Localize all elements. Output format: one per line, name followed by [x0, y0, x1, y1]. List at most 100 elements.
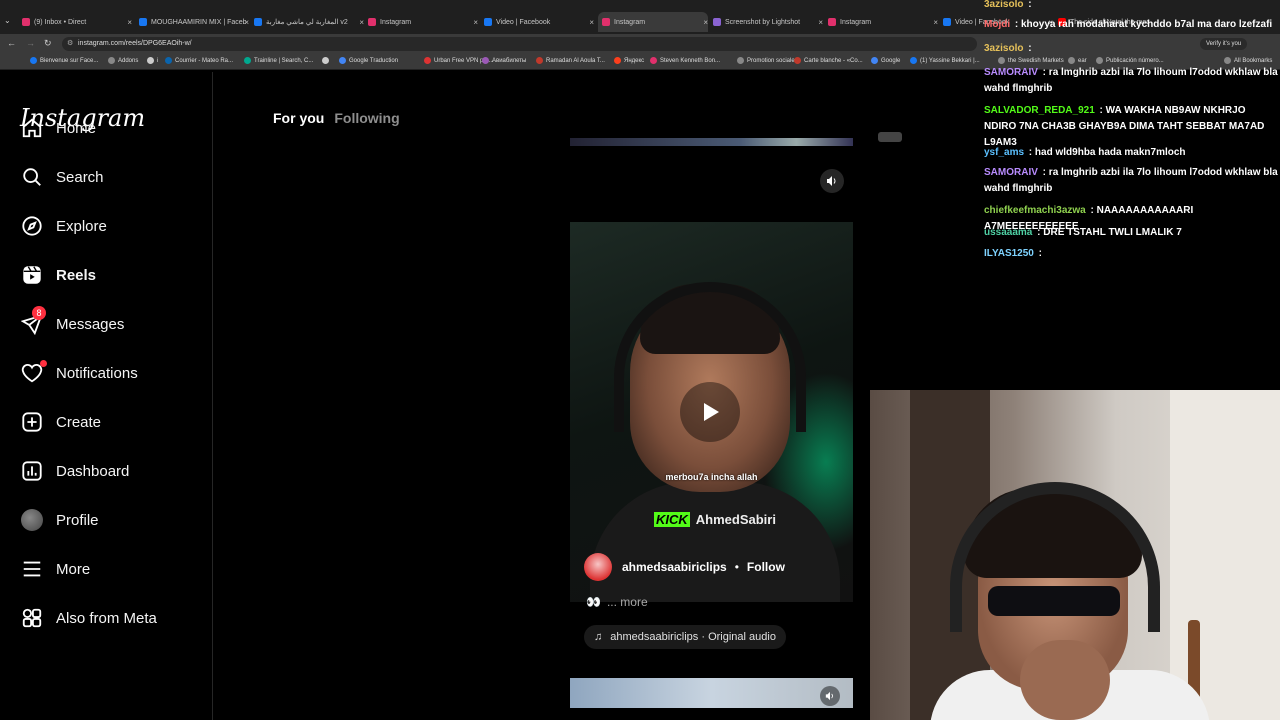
sidebar-item-messages[interactable]: 8 Messages: [20, 306, 125, 339]
notification-dot: [40, 360, 47, 367]
chat-username[interactable]: Mojdi: [984, 19, 1010, 30]
close-tab-icon[interactable]: ×: [933, 18, 938, 27]
chat-username[interactable]: ysf_ams: [984, 147, 1024, 158]
chat-username[interactable]: ILYAS1250: [984, 248, 1034, 259]
bookmark-item[interactable]: Ramadan Al Aoula T...: [536, 57, 605, 64]
owner-avatar[interactable]: [584, 553, 612, 581]
address-bar[interactable]: ⚙ instagram.com/reels/DPG6EAOih-w/: [62, 37, 977, 51]
sidebar-item-also-from-meta[interactable]: Also from Meta: [20, 603, 157, 633]
browser-tab[interactable]: المغاربة لي ماشي مغاربة v2 ×: [254, 14, 364, 30]
back-icon[interactable]: ←: [7, 38, 16, 48]
chat-colon: :: [1096, 105, 1106, 116]
next-audio-muted-button[interactable]: [820, 686, 840, 706]
sidebar-item-create[interactable]: Create: [20, 407, 101, 437]
home-icon: [20, 116, 44, 140]
bookmark-item[interactable]: Addons: [108, 57, 138, 64]
chat-username[interactable]: 3azisolo: [984, 0, 1023, 10]
sidebar-item-explore[interactable]: Explore: [20, 211, 107, 241]
bookmark-item[interactable]: Яндекс: [614, 57, 644, 64]
tab-title: MOUGHAAMIRIN MIX | Faceb: [151, 18, 247, 26]
tab-favicon: [254, 18, 262, 26]
bookmark-item[interactable]: Trainline | Search, C...: [244, 57, 313, 64]
bookmark-favicon: [30, 57, 37, 64]
chat-colon: :: [1087, 205, 1097, 216]
browser-tab[interactable]: (9) Inbox • Direct ×: [22, 14, 132, 30]
site-info-icon[interactable]: ⚙: [67, 37, 73, 51]
bookmark-item[interactable]: Promotion sociale: [737, 57, 795, 64]
audio-muted-button[interactable]: [820, 169, 844, 193]
meta-apps-icon: [20, 606, 44, 630]
sidebar-item-profile[interactable]: Profile: [20, 505, 99, 535]
sidebar-item-more[interactable]: More: [20, 554, 90, 584]
bookmark-favicon: [322, 57, 329, 64]
sidebar-item-label: Dashboard: [56, 462, 130, 480]
bookmark-item[interactable]: Carte blanche - «Co...: [794, 57, 863, 64]
reels-icon: [20, 263, 44, 287]
webcam-wall: [1170, 390, 1280, 720]
bookmark-item[interactable]: (1) Yassine Bekkari |...: [910, 57, 980, 64]
close-tab-icon[interactable]: ×: [589, 18, 594, 27]
browser-tab[interactable]: Video | Facebook ×: [484, 14, 594, 30]
bookmark-item[interactable]: i: [147, 57, 158, 64]
chat-message: SAMORAIV : ra lmghrib azbi ila 7lo lihou…: [984, 165, 1280, 197]
browser-tab[interactable]: Instagram ×: [828, 14, 938, 30]
bookmark-item[interactable]: Bienvenue sur Face...: [30, 57, 98, 64]
sidebar-item-notifications[interactable]: Notifications: [20, 358, 138, 388]
tab-title: (9) Inbox • Direct: [34, 18, 87, 26]
close-tab-icon[interactable]: ×: [127, 18, 132, 27]
forward-icon[interactable]: →: [26, 38, 35, 48]
bookmark-label: Promotion sociale: [747, 57, 795, 64]
close-tab-icon[interactable]: ×: [818, 18, 823, 27]
chat-username[interactable]: ussaaama: [984, 227, 1032, 238]
bookmark-item[interactable]: Google: [871, 57, 900, 64]
bookmark-label: Addons: [118, 57, 139, 64]
tab-following[interactable]: Following: [334, 110, 399, 126]
tab-title: Instagram: [840, 18, 872, 26]
play-button[interactable]: [680, 382, 740, 442]
browser-tab[interactable]: Instagram ×: [368, 14, 478, 30]
browser-tab[interactable]: Screenshot by Lightshot ×: [713, 14, 823, 30]
reload-icon[interactable]: ↻: [44, 38, 52, 49]
browser-tab[interactable]: Instagram ×: [598, 12, 708, 32]
bookmark-label: Steven Kenneth Bon...: [660, 57, 721, 64]
browser-tab[interactable]: MOUGHAAMIRIN MIX | Faceb ×: [139, 14, 249, 30]
close-tab-icon[interactable]: ×: [359, 18, 364, 27]
chat-username[interactable]: SALVADOR_REDA_921: [984, 105, 1095, 116]
reel-video[interactable]: merbou7a incha allah KICK AhmedSabiri: [570, 222, 853, 602]
side-thumbnail[interactable]: [878, 132, 902, 142]
bookmark-favicon: [650, 57, 657, 64]
chat-colon: :: [1026, 147, 1035, 158]
original-audio-link[interactable]: ♫ ahmedsaabiriclips · Original audio: [584, 625, 786, 649]
sidebar-item-label: Messages: [56, 315, 125, 333]
chat-username[interactable]: 3azisolo: [984, 43, 1023, 54]
close-tab-icon[interactable]: ×: [473, 18, 478, 27]
sidebar-item-home[interactable]: Home: [20, 113, 96, 143]
tab-for-you[interactable]: For you: [273, 110, 324, 126]
heart-icon: [20, 360, 47, 385]
close-tab-icon[interactable]: ×: [244, 18, 249, 27]
previous-reel-video[interactable]: [570, 138, 853, 146]
tab-favicon: [602, 18, 610, 26]
chat-username[interactable]: SAMORAIV: [984, 167, 1038, 178]
bookmark-item[interactable]: Google Traduction: [339, 57, 398, 64]
bookmark-item[interactable]: Courrier - Mateo Ra...: [165, 57, 233, 64]
bookmark-item[interactable]: [322, 57, 332, 64]
chat-username[interactable]: chiefkeefmachi3azwa: [984, 205, 1086, 216]
tab-search-icon[interactable]: ⌄: [4, 16, 16, 28]
messages-badge: 8: [32, 306, 46, 320]
sidebar-item-search[interactable]: Search: [20, 162, 104, 192]
bookmark-item[interactable]: Steven Kenneth Bon...: [650, 57, 720, 64]
tab-favicon: [943, 18, 951, 26]
owner-username[interactable]: ahmedsaabiriclips: [622, 560, 727, 574]
tab-title: المغاربة لي ماشي مغاربة v2: [266, 19, 348, 26]
close-tab-icon[interactable]: ×: [703, 18, 708, 27]
next-reel-video[interactable]: [570, 678, 853, 708]
sidebar-item-reels[interactable]: Reels: [20, 260, 96, 290]
chat-username[interactable]: SAMORAIV: [984, 67, 1038, 78]
more-link[interactable]: ... more: [607, 595, 648, 609]
bookmark-item[interactable]: Авиабилеты: [482, 57, 526, 64]
chat-colon: :: [1039, 167, 1049, 178]
follow-button[interactable]: Follow: [747, 560, 785, 574]
sidebar-item-dashboard[interactable]: Dashboard: [20, 456, 129, 486]
chat-text: khoyya rah modaharat kychddo b7al ma dar…: [1021, 19, 1273, 30]
